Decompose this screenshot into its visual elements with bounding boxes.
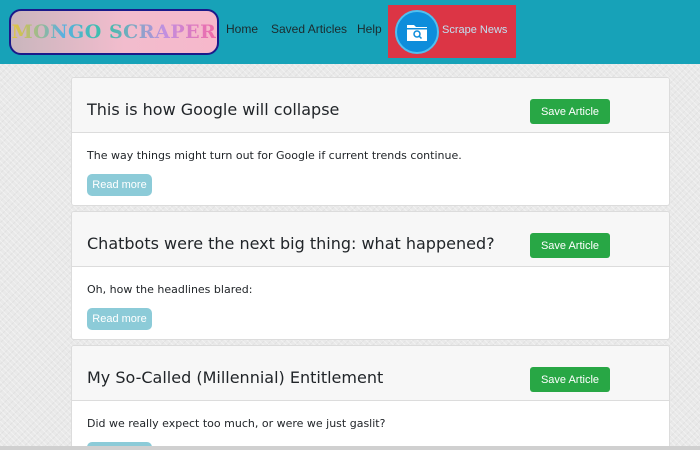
article-card: My So-Called (Millennial) Entitlement Sa… <box>71 345 670 450</box>
article-card: This is how Google will collapse Save Ar… <box>71 77 670 206</box>
window-bottom-edge <box>0 446 700 450</box>
article-title: This is how Google will collapse <box>87 100 340 119</box>
scrape-news-button[interactable]: Scrape News <box>388 5 516 58</box>
article-summary: The way things might turn out for Google… <box>87 149 462 162</box>
save-article-button[interactable]: Save Article <box>530 99 610 124</box>
brand-logo[interactable]: MONGO SCRAPER <box>9 9 219 55</box>
article-header: Chatbots were the next big thing: what h… <box>72 212 669 267</box>
folder-search-icon <box>395 10 439 54</box>
brand-text: MONGO SCRAPER <box>11 21 217 43</box>
scrape-news-label: Scrape News <box>442 24 508 36</box>
navbar: MONGO SCRAPER Home Saved Articles Help S… <box>0 0 700 64</box>
article-header: My So-Called (Millennial) Entitlement Sa… <box>72 346 669 401</box>
save-article-button[interactable]: Save Article <box>530 233 610 258</box>
read-more-button[interactable]: Read more <box>87 174 152 196</box>
article-summary: Did we really expect too much, or were w… <box>87 417 386 430</box>
article-title: Chatbots were the next big thing: what h… <box>87 234 495 253</box>
nav-saved-articles-link[interactable]: Saved Articles <box>271 22 347 36</box>
article-title: My So-Called (Millennial) Entitlement <box>87 368 384 387</box>
article-card: Chatbots were the next big thing: what h… <box>71 211 670 340</box>
nav-help-link[interactable]: Help <box>357 22 382 36</box>
read-more-button[interactable]: Read more <box>87 308 152 330</box>
save-article-button[interactable]: Save Article <box>530 367 610 392</box>
article-header: This is how Google will collapse Save Ar… <box>72 78 669 133</box>
article-summary: Oh, how the headlines blared: <box>87 283 253 296</box>
nav-home-link[interactable]: Home <box>226 22 258 36</box>
